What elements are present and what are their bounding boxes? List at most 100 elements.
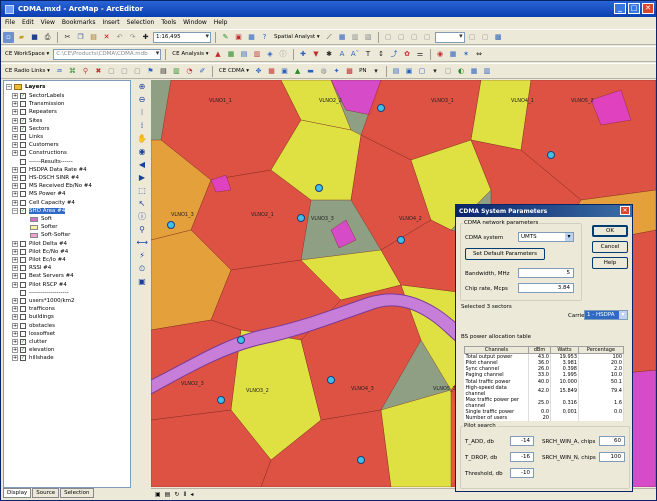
carrier-combo[interactable]: 1 - HSDPA ▾ (584, 310, 628, 320)
toc-layer-item[interactable]: + Pilot Ec/No #4 (12, 248, 68, 256)
site-marker[interactable] (217, 396, 225, 404)
collapse-icon[interactable]: − (6, 84, 12, 90)
route-tool-icon[interactable]: ⤴ (389, 49, 400, 60)
analysis-grid-icon[interactable]: ▦ (226, 49, 237, 60)
expand-icon[interactable]: + (12, 322, 18, 329)
layer-checkbox[interactable]: ✓ (20, 117, 26, 124)
toc-layer-item[interactable]: + ✓ SectorLabels (12, 92, 64, 100)
toc-layer-item[interactable]: + Pilot Delta #4 (12, 240, 67, 248)
table-cell[interactable]: 25.0 (528, 396, 551, 409)
toc-layer-item[interactable]: − ✓ SHO Area #4 (12, 207, 66, 215)
form-icon[interactable]: ▣ (404, 66, 415, 77)
dropdown-icon[interactable]: ▾ (430, 66, 441, 77)
layer-checkbox[interactable]: ✓ (20, 339, 26, 345)
delete-icon[interactable]: ✕ (101, 32, 112, 43)
table-icon[interactable]: ▤ (391, 66, 402, 77)
path-icon[interactable]: ⌘ (67, 66, 78, 77)
expand-icon[interactable]: + (12, 166, 18, 173)
layer-checkbox[interactable] (20, 289, 26, 296)
expand-icon[interactable]: + (12, 347, 18, 354)
expand-icon[interactable]: + (12, 257, 18, 263)
tab-selection[interactable]: Selection (60, 488, 94, 498)
copy-icon[interactable]: ❐ (75, 32, 86, 43)
layer-checkbox[interactable] (20, 134, 26, 140)
table-row[interactable]: Max traffic power per channel 25.0 0.316 1.… (464, 396, 624, 409)
forward-extent-icon[interactable]: ▶ (137, 172, 148, 183)
menu-tools[interactable]: Tools (161, 19, 176, 26)
data-view-icon[interactable]: ▣ (155, 491, 161, 498)
analysis-table-icon[interactable]: ▤ (239, 49, 250, 60)
raster-tool-icon[interactable]: ▧ (363, 32, 374, 43)
layer-checkbox[interactable] (20, 322, 26, 329)
cdma-pn-icon[interactable]: ▩ (344, 66, 355, 77)
toc-layer-item[interactable]: + trafficons (12, 305, 55, 313)
expand-icon[interactable]: + (12, 142, 18, 149)
expand-icon[interactable]: + (12, 150, 18, 157)
toc-layer-item[interactable]: + Transmission (12, 100, 65, 108)
table-cell[interactable]: 79.4 (578, 384, 624, 397)
toc-layer-item[interactable]: Soft (30, 215, 52, 223)
expand-icon[interactable]: + (12, 109, 18, 116)
layer-checkbox[interactable] (20, 298, 26, 304)
expand-icon[interactable]: + (12, 134, 18, 140)
toc-layer-item[interactable]: + ✓ hillshade (12, 354, 54, 362)
pie-icon[interactable]: ◔ (184, 66, 195, 77)
globe-icon[interactable]: ◐ (456, 66, 467, 77)
toc-layer-item[interactable]: Softer (30, 223, 58, 231)
bandwidth-input[interactable]: 5 (518, 268, 574, 278)
help-button[interactable]: Help (592, 257, 628, 269)
text-size-icon[interactable]: Aˇ (350, 49, 361, 60)
expand-icon[interactable]: + (12, 248, 18, 255)
site-marker[interactable] (167, 221, 175, 229)
table-cell[interactable] (550, 414, 579, 422)
map-scale-combo[interactable]: 1:16,495 (153, 31, 211, 43)
expand-icon[interactable]: + (12, 306, 18, 313)
table-cell[interactable]: 1.6 (578, 396, 624, 409)
workspace-path-combo[interactable]: C:\CE\Products\CDMA\CDMA.mdb (53, 48, 162, 60)
expand-icon[interactable]: + (12, 273, 18, 280)
site-tool-icon[interactable]: ✚ (298, 49, 309, 60)
maximize-button[interactable]: □ (628, 3, 640, 14)
los-icon[interactable]: ⚲ (80, 66, 91, 77)
expand-icon[interactable]: + (12, 330, 18, 337)
expand-icon[interactable]: + (12, 355, 18, 362)
menu-insert[interactable]: Insert (102, 19, 119, 26)
pn-label[interactable]: PN (357, 68, 368, 74)
toc-layer-item[interactable]: + buildings (12, 313, 54, 321)
window-icon[interactable]: ▢ (417, 66, 428, 77)
chevron-down-icon[interactable]: ▾ (565, 233, 573, 241)
expand-icon[interactable]: + (12, 101, 18, 108)
site-marker[interactable] (377, 104, 385, 112)
tab-display[interactable]: Display (3, 488, 32, 498)
table-cell[interactable]: 42.0 (528, 384, 551, 397)
layer-checkbox[interactable] (20, 166, 26, 173)
menu-selection[interactable]: Selection (127, 19, 155, 26)
toc-layer-item[interactable]: + MS Received Eb/No #4 (12, 182, 92, 190)
toc-layer-item[interactable]: + Cell Capacity #4 (12, 199, 75, 207)
expand-icon[interactable]: + (12, 298, 18, 304)
find-icon[interactable]: ⚲ (137, 224, 148, 235)
hyperlink-icon[interactable]: ⚡ (137, 250, 148, 261)
toc-layer-item[interactable]: + ✓ elevation (12, 346, 54, 354)
layer-checkbox[interactable]: ✓ (20, 347, 26, 354)
expand-icon[interactable]: + (12, 175, 18, 181)
menu-bookmarks[interactable]: Bookmarks (62, 19, 96, 26)
layer-checkbox[interactable] (20, 306, 26, 313)
time-slider-icon[interactable]: ⏲ (137, 263, 148, 274)
tdrop-input[interactable]: -16 (510, 452, 534, 462)
ok-button[interactable]: OK (592, 225, 628, 237)
text-tool-icon[interactable]: A (337, 49, 348, 60)
toc-layer-item[interactable]: + MS Power #4 (12, 190, 65, 198)
report-icon[interactable]: ▤ (158, 66, 169, 77)
paste-icon[interactable]: ▤ (88, 32, 99, 43)
expand-icon[interactable]: + (12, 240, 18, 247)
toc-layer-item[interactable]: + Pilot RSCP #4 (12, 281, 67, 289)
site-marker[interactable] (547, 151, 555, 159)
refresh-icon[interactable]: ↻ (174, 491, 179, 498)
close-button[interactable]: ✕ (642, 3, 654, 14)
layout-view-icon[interactable]: ▤ (165, 491, 171, 498)
delete-link-icon[interactable]: ✖ (93, 66, 104, 77)
analysis-profile-icon[interactable]: ◈ (265, 49, 276, 60)
analysis-tool-icon[interactable]: ▲ (213, 49, 224, 60)
chiprate-input[interactable]: 3.84 (518, 283, 574, 293)
